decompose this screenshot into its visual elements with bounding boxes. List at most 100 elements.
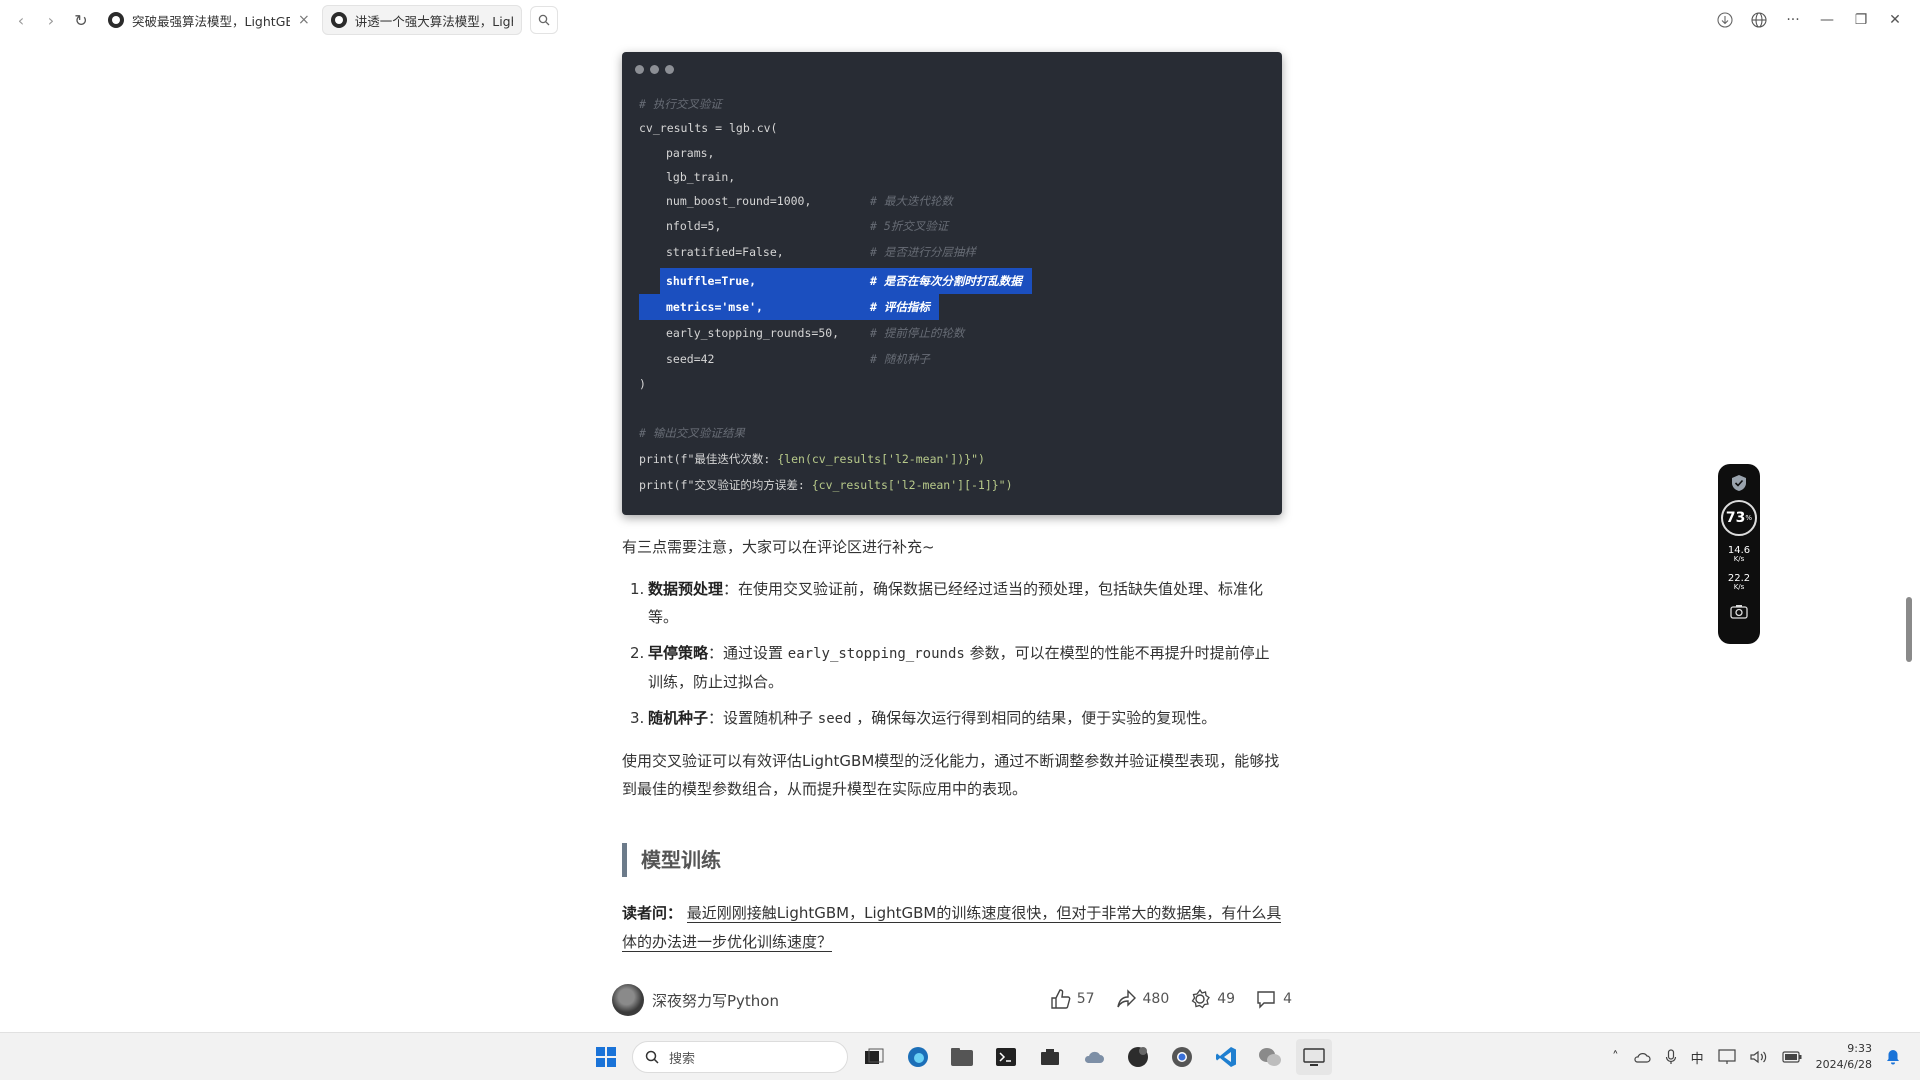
code-line: ) bbox=[639, 377, 646, 391]
code-line: params, bbox=[666, 146, 715, 160]
tab-favicon-icon bbox=[330, 12, 347, 28]
code-string: {cv_results['l2-mean'][-1]}") bbox=[811, 478, 1013, 492]
minimize-icon[interactable]: — bbox=[1812, 5, 1842, 35]
reader-question: 读者问： 最近刚刚接触LightGBM，LightGBM的训练速度很快，但对于非… bbox=[622, 899, 1282, 957]
download-speed: 22.2 K/s bbox=[1728, 574, 1750, 592]
tab-favicon-icon bbox=[108, 12, 124, 28]
list-item-text: ，确保每次运行得到相同的结果，便于实验的复现性。 bbox=[851, 709, 1217, 727]
forward-icon[interactable]: › bbox=[36, 5, 66, 35]
code-comment: # 是否进行分层抽样 bbox=[870, 245, 976, 259]
taskbar-search[interactable]: 搜索 bbox=[632, 1041, 848, 1073]
thumbs-up-icon bbox=[1050, 989, 1071, 1009]
search-icon bbox=[645, 1050, 659, 1064]
globe-icon[interactable] bbox=[1744, 5, 1774, 35]
task-view-icon[interactable] bbox=[856, 1039, 892, 1075]
comment-count: 4 bbox=[1283, 991, 1292, 1007]
list-item-title: 早停策略 bbox=[648, 644, 709, 662]
code-block[interactable]: # 执行交叉验证 cv_results = lgb.cv( params, lg… bbox=[622, 52, 1282, 515]
microphone-icon[interactable] bbox=[1665, 1049, 1677, 1065]
onedrive-icon[interactable] bbox=[1633, 1051, 1651, 1063]
summary-paragraph: 使用交叉验证可以有效评估LightGBM模型的泛化能力，通过不断调整参数并验证模… bbox=[622, 752, 1280, 798]
chevron-up-icon[interactable]: ˄ bbox=[1612, 1050, 1619, 1065]
network-icon[interactable] bbox=[1717, 1049, 1736, 1065]
inline-code: early_stopping_rounds bbox=[787, 646, 965, 662]
notification-bell-icon[interactable] bbox=[1886, 1049, 1900, 1065]
section-heading: 模型训练 bbox=[622, 843, 1282, 877]
comment-button[interactable]: 4 bbox=[1255, 988, 1292, 1010]
usage-percent: 73 bbox=[1725, 510, 1746, 526]
clock-time: 9:33 bbox=[1847, 1042, 1872, 1055]
remote-desktop-icon[interactable] bbox=[1296, 1039, 1332, 1075]
taskbar: 搜索 ˄ 中 9:33 2024/6/28 bbox=[0, 1032, 1920, 1080]
code-line: stratified=False, bbox=[666, 245, 784, 259]
list-item-title: 随机种子 bbox=[648, 709, 709, 727]
page-scrollbar[interactable] bbox=[1906, 597, 1912, 662]
list-number: 1. bbox=[630, 580, 645, 598]
code-comment: # 执行交叉验证 bbox=[639, 97, 722, 111]
tab-title: 突破最强算法模型，LightGBM bbox=[132, 13, 290, 29]
code-comment: # 评估指标 bbox=[870, 300, 930, 314]
reader-label: 读者问： bbox=[622, 904, 683, 922]
avatar[interactable] bbox=[612, 984, 644, 1016]
close-tab-icon[interactable]: × bbox=[298, 12, 310, 28]
usage-unit: % bbox=[1745, 514, 1753, 522]
terminal-icon[interactable] bbox=[988, 1039, 1024, 1075]
more-icon[interactable]: ··· bbox=[1778, 5, 1808, 35]
reload-icon[interactable]: ↻ bbox=[66, 5, 96, 35]
edge-browser-icon[interactable] bbox=[900, 1039, 936, 1075]
tab-1[interactable]: 突破最强算法模型，LightGBM × bbox=[100, 5, 318, 35]
inline-code: seed bbox=[817, 711, 852, 727]
list-item-title: 数据预处理 bbox=[648, 580, 724, 598]
list-item-text: ：设置随机种子 bbox=[708, 709, 818, 727]
list-item: 3. 随机种子：设置随机种子 seed ，确保每次运行得到相同的结果，便于实验的… bbox=[630, 704, 1282, 733]
network-monitor-widget[interactable]: 73% 14.6 K/s 22.2 K/s bbox=[1718, 464, 1760, 644]
article-footer: 深夜努力写Python 57 480 49 4 bbox=[612, 980, 1292, 1020]
back-icon[interactable]: ‹ bbox=[6, 5, 36, 35]
code-line: early_stopping_rounds=50, bbox=[666, 326, 840, 340]
battery-icon[interactable] bbox=[1781, 1051, 1802, 1063]
file-explorer-icon[interactable] bbox=[944, 1039, 980, 1075]
restore-icon[interactable]: ❐ bbox=[1846, 5, 1876, 35]
camera-icon[interactable] bbox=[1730, 604, 1748, 620]
chat-app-icon[interactable] bbox=[1120, 1039, 1156, 1075]
code-comment: # 是否在每次分割时打乱数据 bbox=[870, 274, 1022, 288]
volume-icon[interactable] bbox=[1749, 1050, 1768, 1064]
vscode-icon[interactable] bbox=[1208, 1039, 1244, 1075]
download-icon[interactable] bbox=[1710, 5, 1740, 35]
windows-icon bbox=[596, 1047, 616, 1067]
code-string: print(f"交叉验证的均方误差: bbox=[639, 478, 812, 492]
code-comment: # 提前停止的轮数 bbox=[870, 326, 965, 340]
download-unit: K/s bbox=[1733, 583, 1745, 591]
shield-icon bbox=[1732, 475, 1746, 491]
share-button[interactable]: 480 bbox=[1115, 988, 1169, 1010]
code-line: seed=42 bbox=[666, 352, 715, 366]
upload-unit: K/s bbox=[1733, 555, 1745, 563]
like-count: 57 bbox=[1076, 991, 1095, 1007]
tab-search-icon[interactable] bbox=[529, 6, 558, 34]
favorite-button[interactable]: 49 bbox=[1189, 988, 1235, 1010]
like-button[interactable]: 57 bbox=[1049, 988, 1095, 1010]
ime-indicator[interactable]: 中 bbox=[1691, 1048, 1704, 1067]
app-icon[interactable] bbox=[1032, 1039, 1068, 1075]
wechat-icon[interactable] bbox=[1252, 1039, 1288, 1075]
code-line: print(f"最佳迭代次数: {len(cv_results['l2-mean… bbox=[639, 448, 985, 470]
chrome-icon[interactable] bbox=[1164, 1039, 1200, 1075]
code-line: metrics='mse', bbox=[666, 300, 763, 314]
list-item: 1. 数据预处理：在使用交叉验证前，确保数据已经经过适当的预处理，包括缺失值处理… bbox=[630, 575, 1282, 631]
tab-2[interactable]: 讲透一个强大算法模型，LightGBM bbox=[321, 5, 522, 35]
article-content: # 执行交叉验证 cv_results = lgb.cv( params, lg… bbox=[622, 52, 1282, 957]
code-string: print(f"最佳迭代次数: bbox=[639, 452, 778, 466]
start-button[interactable] bbox=[588, 1039, 624, 1075]
clock-date: 2024/6/28 bbox=[1815, 1058, 1872, 1071]
cloud-app-icon[interactable] bbox=[1076, 1039, 1112, 1075]
usage-gauge: 73% bbox=[1721, 500, 1757, 536]
reader-question-text[interactable]: 最近刚刚接触LightGBM，LightGBM的训练速度很快，但对于非常大的数据… bbox=[622, 904, 1282, 952]
code-comment: # 随机种子 bbox=[870, 352, 930, 366]
code-line: lgb_train, bbox=[666, 170, 736, 184]
upload-speed: 14.6 K/s bbox=[1728, 546, 1750, 564]
code-string: {len(cv_results['l2-mean'])}") bbox=[777, 452, 985, 466]
code-line: print(f"交叉验证的均方误差: {cv_results['l2-mean'… bbox=[639, 474, 1013, 496]
author-name[interactable]: 深夜努力写Python bbox=[652, 990, 779, 1011]
close-window-icon[interactable]: ✕ bbox=[1880, 5, 1910, 35]
clock[interactable]: 9:33 2024/6/28 bbox=[1816, 1041, 1872, 1073]
